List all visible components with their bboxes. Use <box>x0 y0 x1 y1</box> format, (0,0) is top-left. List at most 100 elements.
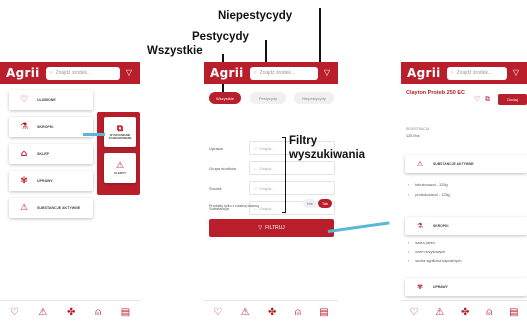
section-substancje-header[interactable]: ⚠ SUBSTANCJE AKTYWNE <box>405 155 527 173</box>
app-logo: Agrii <box>407 66 441 80</box>
filter-button[interactable]: ▽ FILTRUJ <box>209 219 334 237</box>
list-item-text: sucha zgnilizna kapustnych <box>415 259 462 263</box>
search-input[interactable]: ○ Znajdź środek... <box>249 66 318 80</box>
section-title: SUBSTANCJE AKTYWNE <box>433 162 474 166</box>
popup-label: ALERTY <box>114 171 126 175</box>
filter-icon: ⧉ <box>116 124 124 134</box>
menu-item-ulubione[interactable]: ♡ ULUBIONE <box>9 90 93 110</box>
menu-label: ULUBIONE <box>37 98 56 102</box>
bottom-nav: ♡ ⚠ ✤ ⍝ ▤ <box>401 300 527 323</box>
list-item[interactable]: › sucha zgnilizna kapustnych <box>408 259 462 263</box>
menu-item-sklep[interactable]: ⌂ SKLEP <box>9 144 93 164</box>
bottom-nav: ♡ ⚠ ✤ ⍝ ▤ <box>204 300 338 323</box>
annotation-niepestycydy: Niepestycydy <box>218 10 293 22</box>
menu-label: SKLEP <box>37 152 49 156</box>
tab-pestycydy[interactable]: Pestycydy <box>250 92 286 104</box>
annotation-wszystkie: Wszystkie <box>147 45 203 57</box>
search-icon: ○ <box>254 165 257 171</box>
menu-label: SUBSTANCJE AKTYWNE <box>37 206 81 210</box>
field-placeholder: Znajdź... <box>259 205 275 211</box>
field-grupa: Grupa środków ○ Znajdź... <box>209 161 335 175</box>
toggle-no[interactable]: Nie <box>303 199 317 208</box>
tab-niepestycydy[interactable]: Niepestycydy <box>294 92 334 104</box>
heart-icon: ♡ <box>19 95 29 105</box>
bell-icon[interactable]: ⍝ <box>486 307 492 318</box>
search-icon: ○ <box>254 185 257 191</box>
list-item[interactable]: › czerń krzyżowych <box>408 250 445 254</box>
annotation-pestycydy: Pestycydy <box>192 31 249 43</box>
popup-advanced-search[interactable]: ⧉ WYSZUKIWANIE ZAAWANSOWANE <box>104 117 136 147</box>
annotation-wyszukiwania: wyszukiwania <box>289 149 366 161</box>
document-icon[interactable]: ▤ <box>319 307 328 318</box>
sprayer-icon: ⚗ <box>19 122 29 132</box>
alert-icon[interactable]: ⚠ <box>38 307 47 318</box>
registration-value: 125 l/ha <box>406 134 420 138</box>
menu-item-skropki[interactable]: ⚗ SKROPKI <box>9 117 93 137</box>
search-icon: ○ <box>49 70 53 76</box>
search-icon: ○ <box>253 70 257 76</box>
arrow-connector-2 <box>327 221 390 233</box>
tab-wszystkie[interactable]: Wszystkie <box>209 92 241 104</box>
section-title: UPRAWY <box>433 285 448 289</box>
flask-icon: ⚠ <box>19 203 29 213</box>
chevron-right-icon: › <box>408 183 410 187</box>
toggle-label: Produkty tylko z rotatną własną <box>209 204 259 208</box>
bell-icon[interactable]: ⍝ <box>295 307 301 318</box>
field-placeholder: Znajdź... <box>259 185 275 191</box>
molecule-icon[interactable]: ✤ <box>268 307 276 318</box>
plant-icon: ✾ <box>20 176 28 186</box>
popup-alerts[interactable]: ⚠ ALERTY <box>104 153 136 183</box>
bottom-nav: ♡ ⚠ ✤ ⍝ ▤ <box>0 300 140 323</box>
search-icon: ○ <box>450 70 454 76</box>
search-placeholder: Znajdź środek... <box>55 70 92 76</box>
search-input[interactable]: ○ Znajdź środek... <box>45 66 120 80</box>
alert-icon[interactable]: ⚠ <box>241 307 250 318</box>
filter-icon[interactable]: ▽ <box>124 68 134 78</box>
menu-item-substancje[interactable]: ⚠ SUBSTANCJE AKTYWNE <box>9 198 93 218</box>
list-item[interactable]: › protiokonazol - 125g <box>408 193 450 197</box>
bell-icon[interactable]: ⍝ <box>95 307 101 318</box>
annotation-filtry: Filtry <box>289 135 318 147</box>
screen2-header: Agrii ○ Znajdź środek... ▽ <box>204 62 338 84</box>
filter-icon[interactable]: ▽ <box>511 68 521 78</box>
filter-icon[interactable]: ▽ <box>322 68 332 78</box>
chevron-right-icon: › <box>408 193 410 197</box>
add-button[interactable]: Dodaj <box>498 94 527 105</box>
molecule-icon[interactable]: ✤ <box>67 307 75 318</box>
filter-icon: ▽ <box>258 225 263 231</box>
list-item-text: protiokonazol - 125g <box>415 193 450 197</box>
field-srodek: Środek ○ Znajdź... <box>209 181 335 195</box>
document-icon[interactable]: ▤ <box>509 307 518 318</box>
add-button-label: Dodaj <box>507 97 518 102</box>
srodek-input[interactable]: ○ Znajdź... <box>249 181 335 195</box>
sprayer-icon: ⚗ <box>416 222 424 230</box>
field-label: Uprawa <box>209 145 223 151</box>
chevron-right-icon: › <box>408 241 410 245</box>
screen1-header: Agrii ○ Znajdź środek... ▽ <box>0 62 140 84</box>
document-icon[interactable]: ▤ <box>121 307 130 318</box>
heart-icon[interactable]: ♡ <box>10 307 19 318</box>
heart-icon[interactable]: ♡ <box>213 307 222 318</box>
list-item-text: tebukonazol - 125g <box>415 183 448 187</box>
list-item[interactable]: › tebukonazol - 125g <box>408 183 448 187</box>
field-label: Środek <box>209 185 222 191</box>
section-title: SKROPKI <box>433 224 449 228</box>
compare-icon[interactable]: ⧉ <box>485 95 490 104</box>
heart-icon[interactable]: ♡ <box>409 307 418 318</box>
app-logo: Agrii <box>210 66 244 80</box>
list-item[interactable]: › szara pleśń <box>408 241 435 245</box>
plant-icon: ✾ <box>417 283 423 291</box>
alert-icon[interactable]: ⚠ <box>435 307 444 318</box>
popup-label: WYSZUKIWANIE ZAAWANSOWANE <box>108 134 132 140</box>
grupa-input[interactable]: ○ Znajdź... <box>249 161 335 175</box>
search-input[interactable]: ○ Znajdź środek... <box>446 66 507 80</box>
section-uprawy-header[interactable]: ✾ UPRAWY <box>405 278 527 296</box>
menu-item-uprawy[interactable]: ✾ UPRAWY <box>9 171 93 191</box>
menu-label: UPRAWY <box>37 179 53 183</box>
molecule-icon[interactable]: ✤ <box>461 307 469 318</box>
search-placeholder: Znajdź środek... <box>259 70 296 76</box>
search-icon: ○ <box>254 145 257 151</box>
toggle-yes[interactable]: Tak <box>318 199 332 208</box>
section-skropki-header[interactable]: ⚗ SKROPKI <box>405 217 527 235</box>
heart-icon[interactable]: ♡ <box>474 95 480 103</box>
